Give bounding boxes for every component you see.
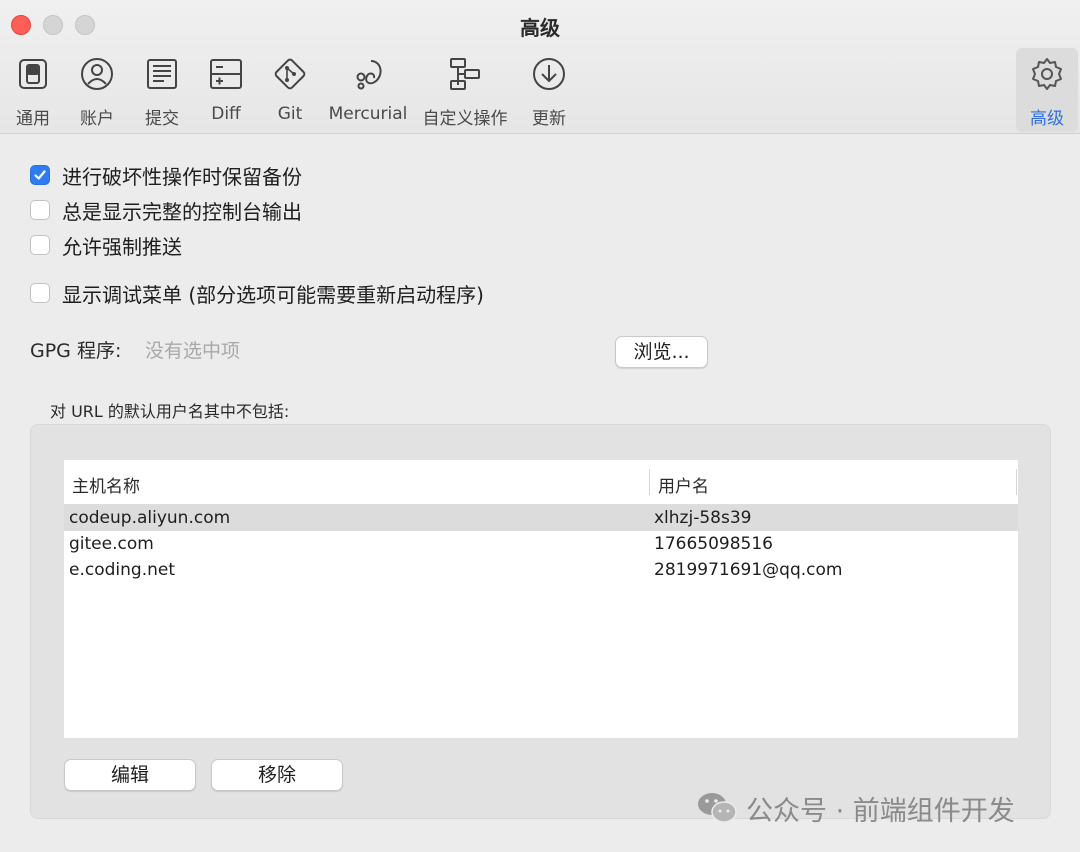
tab-mercurial-label: Mercurial xyxy=(328,104,408,124)
remove-button[interactable]: 移除 xyxy=(211,759,343,791)
diff-icon xyxy=(206,54,246,94)
wechat-icon xyxy=(696,790,738,826)
show-debug-menu-checkbox[interactable] xyxy=(30,283,50,303)
row-host: e.coding.net xyxy=(69,560,175,580)
custom-actions-icon xyxy=(445,54,485,94)
table-row[interactable]: e.coding.net 2819971691@qq.com xyxy=(64,557,1018,583)
row-username: 17665098516 xyxy=(654,534,773,554)
tab-git-label: Git xyxy=(277,104,303,124)
tab-diff-label: Diff xyxy=(211,104,241,124)
tab-general[interactable]: 通用 xyxy=(4,48,62,132)
tab-custom-actions[interactable]: 自定义操作 xyxy=(417,48,513,132)
tab-commit-label: 提交 xyxy=(145,109,179,129)
mercurial-icon xyxy=(348,54,388,94)
tab-accounts-label: 账户 xyxy=(80,109,114,129)
table-row[interactable]: gitee.com 17665098516 xyxy=(64,531,1018,557)
tab-git[interactable]: Git xyxy=(261,48,319,132)
checkmark-icon xyxy=(34,170,46,180)
download-icon xyxy=(529,54,569,94)
tab-mercurial[interactable]: Mercurial xyxy=(326,48,410,132)
tab-advanced-label: 高级 xyxy=(1030,109,1064,129)
gear-icon xyxy=(1027,54,1067,94)
column-host[interactable]: 主机名称 xyxy=(72,472,140,497)
option-keep-backup[interactable]: 进行破坏性操作时保留备份 xyxy=(30,162,302,189)
browse-button[interactable]: 浏览... xyxy=(615,336,708,368)
show-debug-menu-label: 显示调试菜单 (部分选项可能需要重新启动程序) xyxy=(62,282,484,307)
watermark: 公众号 · 前端组件开发 xyxy=(696,786,1015,830)
tab-update[interactable]: 更新 xyxy=(520,48,578,132)
url-usernames-label: 对 URL 的默认用户名其中不包括: xyxy=(50,402,290,421)
tab-diff[interactable]: Diff xyxy=(197,48,255,132)
option-allow-force-push[interactable]: 允许强制推送 xyxy=(30,232,182,259)
row-host: gitee.com xyxy=(69,534,154,554)
tab-general-label: 通用 xyxy=(16,109,50,129)
watermark-text: 公众号 · 前端组件开发 xyxy=(746,795,1015,827)
tab-advanced[interactable]: 高级 xyxy=(1016,48,1078,132)
table-header: 主机名称 用户名 xyxy=(64,460,1018,505)
keep-backup-label: 进行破坏性操作时保留备份 xyxy=(62,164,302,189)
show-full-console-label: 总是显示完整的控制台输出 xyxy=(62,199,302,224)
edit-button[interactable]: 编辑 xyxy=(64,759,196,791)
allow-force-push-label: 允许强制推送 xyxy=(62,234,182,259)
table-row[interactable]: codeup.aliyun.com xlhzj-58s39 xyxy=(64,505,1018,531)
column-divider[interactable] xyxy=(1016,469,1017,495)
switch-icon xyxy=(13,54,53,94)
preferences-window: 高级 通用 账户 提交 Diff Git Mercurial 自定义操作 更新 … xyxy=(0,0,1080,852)
git-icon xyxy=(270,54,310,94)
document-lines-icon xyxy=(142,54,182,94)
tab-update-label: 更新 xyxy=(532,109,566,129)
allow-force-push-checkbox[interactable] xyxy=(30,235,50,255)
row-host: codeup.aliyun.com xyxy=(69,508,231,528)
option-show-full-console[interactable]: 总是显示完整的控制台输出 xyxy=(30,197,302,224)
show-full-console-checkbox[interactable] xyxy=(30,200,50,220)
tab-custom-actions-label: 自定义操作 xyxy=(422,109,508,129)
gpg-program-label: GPG 程序: xyxy=(30,340,122,362)
title-toolbar: 高级 通用 账户 提交 Diff Git Mercurial 自定义操作 更新 … xyxy=(0,0,1080,134)
tab-accounts[interactable]: 账户 xyxy=(68,48,126,132)
row-username: 2819971691@qq.com xyxy=(654,560,843,580)
url-usernames-table[interactable]: 主机名称 用户名 codeup.aliyun.com xlhzj-58s39 g… xyxy=(64,460,1018,738)
window-title: 高级 xyxy=(520,16,560,40)
row-username: xlhzj-58s39 xyxy=(654,508,752,528)
gpg-program-value: 没有选中项 xyxy=(145,340,241,362)
column-divider[interactable] xyxy=(649,469,650,495)
user-icon xyxy=(77,54,117,94)
keep-backup-checkbox[interactable] xyxy=(30,165,50,185)
tab-commit[interactable]: 提交 xyxy=(133,48,191,132)
option-show-debug-menu[interactable]: 显示调试菜单 (部分选项可能需要重新启动程序) xyxy=(30,280,484,307)
column-username[interactable]: 用户名 xyxy=(658,472,709,497)
